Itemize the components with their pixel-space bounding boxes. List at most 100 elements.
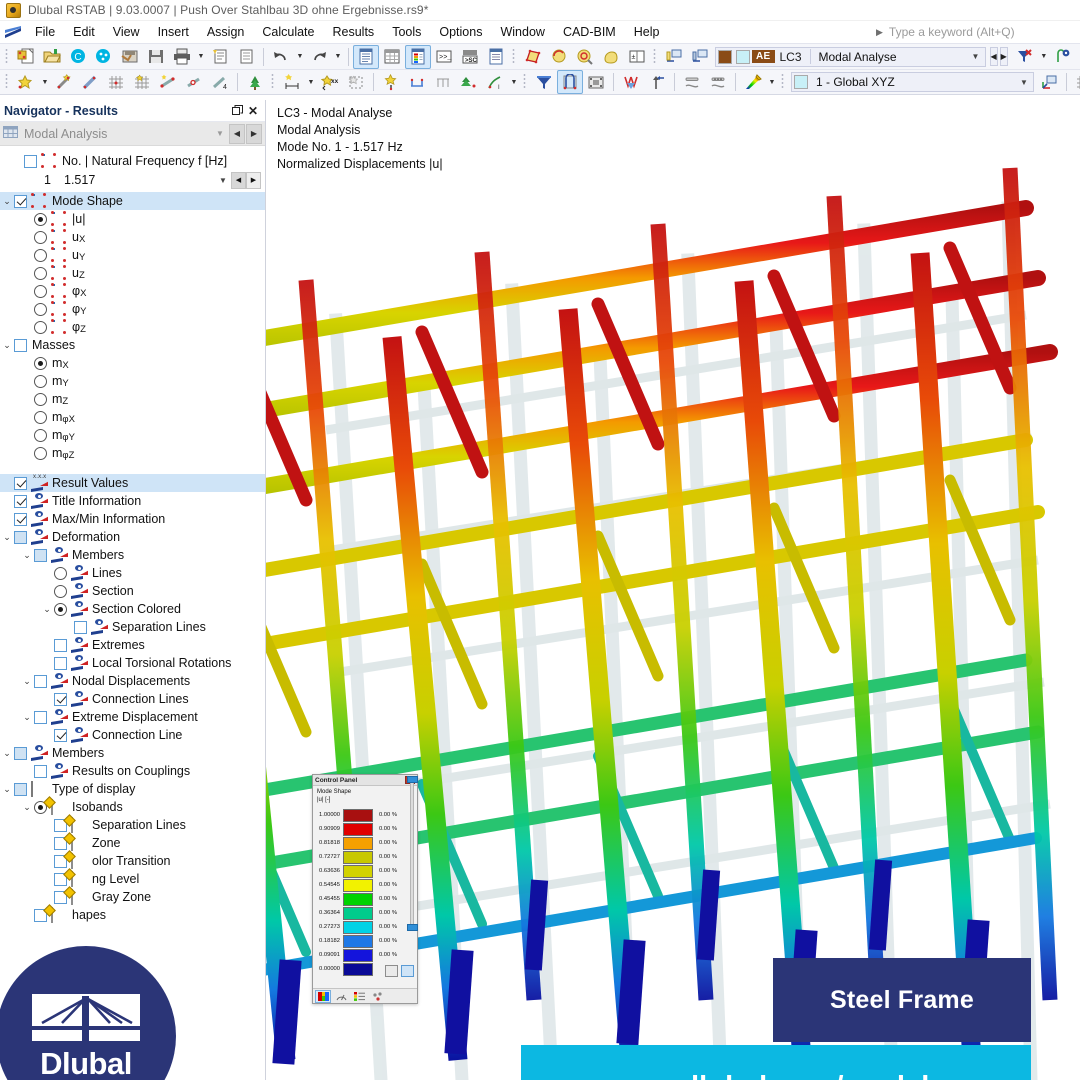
tree-item-lines[interactable]: ▸ Lines bbox=[0, 564, 265, 582]
tree-item-members[interactable]: ⌄ Members bbox=[0, 744, 265, 762]
menu-item-options[interactable]: Options bbox=[430, 23, 491, 41]
radio-phiz[interactable] bbox=[34, 320, 47, 334]
coord-chevron-down-icon[interactable]: ▼ bbox=[1015, 73, 1033, 91]
undock-icon[interactable] bbox=[229, 103, 245, 119]
console-icon[interactable]: >>_ bbox=[431, 45, 457, 69]
menu-item-help[interactable]: Help bbox=[625, 23, 669, 41]
radio-phiy[interactable] bbox=[34, 302, 47, 316]
menu-item-cad-bim[interactable]: CAD-BIM bbox=[554, 23, 625, 41]
color-scale-tab[interactable] bbox=[315, 989, 331, 1003]
tree-item-deformation[interactable]: ⌄ Deformation bbox=[0, 528, 265, 546]
checkbox-masses[interactable] bbox=[14, 338, 27, 352]
tree-item-uz[interactable]: ▸ uZ bbox=[0, 264, 265, 282]
checkbox-title-information[interactable] bbox=[14, 494, 27, 508]
animation-icon[interactable] bbox=[583, 70, 609, 94]
cloud-c-icon[interactable]: C bbox=[65, 45, 91, 69]
expander-deformation[interactable]: ⌄ bbox=[0, 532, 14, 543]
radio-section-colored[interactable] bbox=[54, 602, 67, 616]
tree-item-nodal-displacements[interactable]: ⌄ Nodal Displacements bbox=[0, 672, 265, 690]
redo-icon[interactable] bbox=[306, 45, 332, 69]
keyword-search[interactable]: ▶ Type a keyword (Alt+Q) bbox=[876, 23, 1076, 41]
tree-item-local-torsional-rotations[interactable]: ▸ Local Torsional Rotations bbox=[0, 654, 265, 672]
checkbox-nodal-displacements[interactable] bbox=[34, 674, 47, 688]
checkbox-extreme-displacement[interactable] bbox=[34, 710, 47, 724]
next-load-case-button[interactable]: ▶ bbox=[999, 47, 1008, 66]
close-icon[interactable]: ✕ bbox=[245, 103, 261, 119]
radio-uy[interactable] bbox=[34, 248, 47, 262]
print-dropdown-caret[interactable]: ▼ bbox=[195, 45, 207, 69]
checkbox-mode-shape[interactable] bbox=[14, 194, 27, 208]
result-arrow-icon[interactable] bbox=[644, 70, 670, 94]
tree-item-section-colored[interactable]: ⌄ Section Colored bbox=[0, 600, 265, 618]
tree-item-extreme-displacement[interactable]: ⌄ Extreme Displacement bbox=[0, 708, 265, 726]
axes-icon[interactable] bbox=[1036, 70, 1062, 94]
fit-window-icon[interactable]: ± bbox=[624, 45, 650, 69]
print-icon[interactable] bbox=[169, 45, 195, 69]
analysis-type-selector[interactable]: Modal Analysis ▼ ◀ ▶ bbox=[0, 122, 265, 146]
tree-item-result-values[interactable]: ▸ x.x.x Result Values bbox=[0, 474, 265, 492]
member-load-icon[interactable]: 4 bbox=[207, 70, 233, 94]
solid-mesh-icon[interactable] bbox=[129, 70, 155, 94]
save-as-icon[interactable] bbox=[117, 45, 143, 69]
expander-isobands[interactable]: ⌄ bbox=[20, 802, 34, 813]
tree-item-zero-zone[interactable]: ▸ Zone bbox=[0, 834, 265, 852]
menu-item-results[interactable]: Results bbox=[324, 23, 384, 41]
prev-frequency-button[interactable]: ◀ bbox=[231, 171, 246, 189]
member-icon[interactable] bbox=[77, 70, 103, 94]
expander-mode-shape[interactable]: ⌄ bbox=[0, 196, 14, 207]
cloud-model-icon[interactable] bbox=[91, 45, 117, 69]
tree-item-separation-lines-2[interactable]: ▸ Separation Lines bbox=[0, 816, 265, 834]
prev-load-case-button[interactable]: ◀ bbox=[989, 47, 998, 66]
expander-section-colored[interactable]: ⌄ bbox=[40, 604, 54, 615]
new-model-icon[interactable] bbox=[13, 45, 39, 69]
tree-item-mode-shapes[interactable]: ▸ hapes bbox=[0, 906, 265, 924]
color-scale-icon[interactable] bbox=[740, 70, 766, 94]
radio-mz[interactable] bbox=[34, 392, 47, 406]
rotate-view-icon[interactable] bbox=[546, 45, 572, 69]
nodal-support-icon[interactable] bbox=[378, 70, 404, 94]
line-icon[interactable] bbox=[51, 70, 77, 94]
expander-masses[interactable]: ⌄ bbox=[0, 340, 14, 351]
frequency-header-row[interactable]: ▸ No. | Natural Frequency f [Hz] bbox=[0, 152, 265, 170]
document-icon[interactable] bbox=[233, 45, 259, 69]
grid-icon[interactable] bbox=[1071, 70, 1080, 94]
surface-result-icon[interactable] bbox=[705, 70, 731, 94]
menu-item-file[interactable]: File bbox=[26, 23, 64, 41]
factors-tab[interactable] bbox=[333, 990, 349, 1003]
radio-u-abs[interactable] bbox=[34, 212, 47, 226]
checkbox-local-torsional-rotations[interactable] bbox=[54, 656, 67, 670]
tree-load-icon[interactable] bbox=[242, 70, 268, 94]
expander-members-def[interactable]: ⌄ bbox=[20, 550, 34, 561]
undo-icon[interactable] bbox=[268, 45, 294, 69]
radio-mphiz[interactable] bbox=[34, 446, 47, 460]
tree-item-mphiz[interactable]: ▸ mφZ bbox=[0, 444, 265, 462]
control-panel-icon[interactable] bbox=[405, 44, 431, 69]
tree-item-title-information[interactable]: ▸ Title Information bbox=[0, 492, 265, 510]
mode-shape-icon[interactable] bbox=[618, 70, 644, 94]
tree-item-uy[interactable]: ▸ uY bbox=[0, 246, 265, 264]
next-analysis-button[interactable]: ▶ bbox=[246, 123, 262, 144]
line-support-icon[interactable] bbox=[404, 70, 430, 94]
script-icon[interactable]: >SC bbox=[457, 45, 483, 69]
wind-caret[interactable]: ▼ bbox=[508, 70, 520, 94]
open-folder-icon[interactable] bbox=[39, 45, 65, 69]
render-mode-icon[interactable] bbox=[661, 45, 687, 69]
color-scale-caret[interactable]: ▼ bbox=[766, 70, 778, 94]
download-view-icon[interactable]: x bbox=[1076, 45, 1080, 69]
tree-item-masses[interactable]: ⌄ Masses bbox=[0, 336, 265, 354]
expander-nodal-displacements[interactable]: ⌄ bbox=[20, 676, 34, 687]
control-panel[interactable]: Control Panel × Mode Shape |u| [-] 1.000… bbox=[312, 774, 418, 1004]
checkbox-separation-lines-1[interactable] bbox=[74, 620, 87, 634]
undo-caret[interactable]: ▼ bbox=[294, 45, 306, 69]
deform-view-icon[interactable] bbox=[557, 70, 583, 94]
visibility-icon[interactable] bbox=[1050, 45, 1076, 69]
tree-item-results-on-couplings[interactable]: ▸ Results on Couplings bbox=[0, 762, 265, 780]
tree-item-members-def[interactable]: ⌄ Members bbox=[0, 546, 265, 564]
radio-phix[interactable] bbox=[34, 284, 47, 298]
checkbox-maxmin-information[interactable] bbox=[14, 512, 27, 526]
tree-item-phiz[interactable]: ▸ φZ bbox=[0, 318, 265, 336]
checkbox-results-on-couplings[interactable] bbox=[34, 764, 47, 778]
tree-item-gray-zone[interactable]: ▸ Gray Zone bbox=[0, 888, 265, 906]
filter-tab[interactable] bbox=[369, 990, 385, 1003]
tree-item-section[interactable]: ▸ Section bbox=[0, 582, 265, 600]
